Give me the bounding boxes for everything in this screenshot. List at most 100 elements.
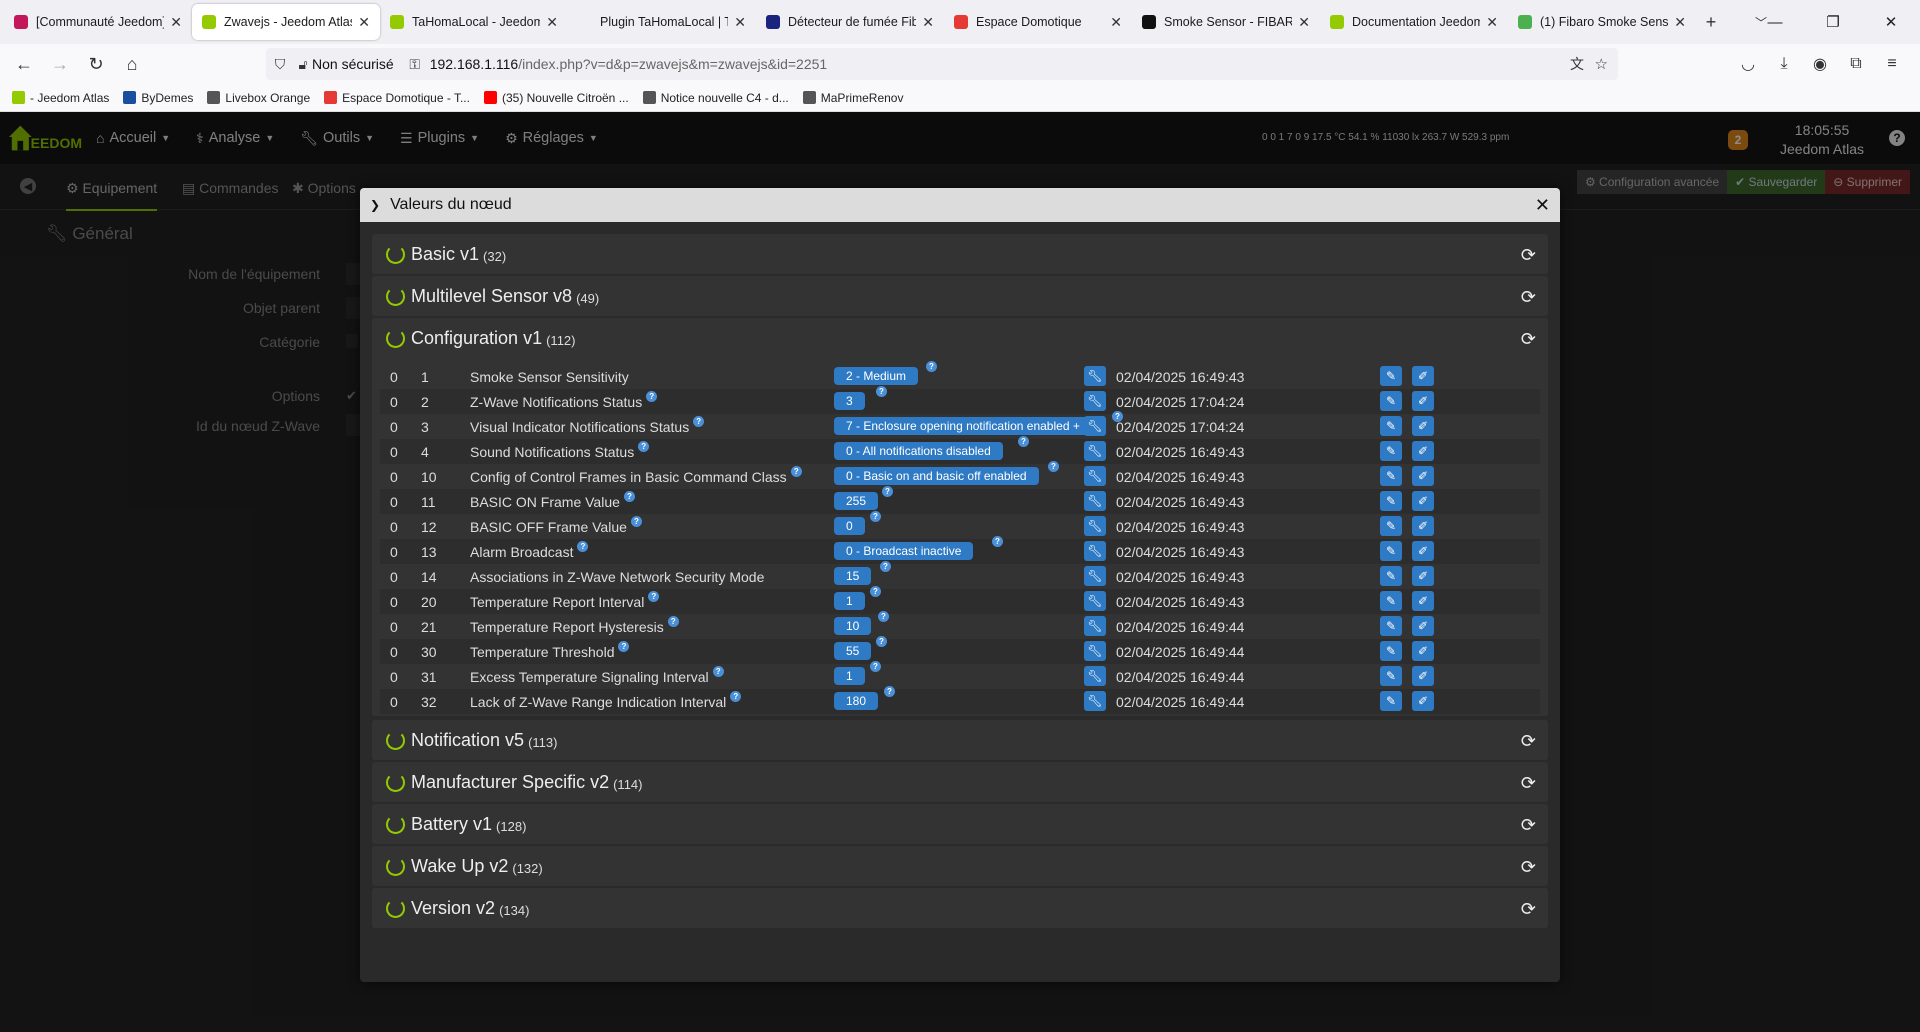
command-class-header[interactable]: Basic v1 (32) ⟳	[372, 234, 1548, 274]
eyedropper-icon[interactable]: ✐	[1412, 666, 1434, 686]
refresh-icon[interactable]: ⟳	[1521, 857, 1536, 878]
forward-icon[interactable]: →	[42, 48, 78, 80]
eyedropper-icon[interactable]: ✐	[1412, 566, 1434, 586]
command-class-header[interactable]: Manufacturer Specific v2 (114) ⟳	[372, 762, 1548, 802]
help-icon[interactable]: ?	[648, 590, 660, 602]
refresh-icon[interactable]: ⟳	[1521, 329, 1536, 350]
browser-tab[interactable]: Documentation Jeedom ✕	[1320, 4, 1508, 40]
wrench-icon[interactable]: 🔧︎	[1084, 616, 1106, 636]
refresh-icon[interactable]: ⟳	[1521, 815, 1536, 836]
wrench-icon[interactable]: 🔧︎	[1084, 441, 1106, 461]
command-class-header[interactable]: Configuration v1 (112) ⟳	[372, 318, 1548, 358]
tab-close-icon[interactable]: ✕	[922, 14, 934, 31]
value-help-icon[interactable]: ?	[882, 486, 893, 497]
tab-close-icon[interactable]: ✕	[734, 14, 746, 31]
value-badge[interactable]: 15	[834, 567, 872, 585]
value-badge[interactable]: 0 - All notifications disabled	[834, 442, 1003, 460]
browser-tab[interactable]: [Communauté Jeedom] ✕	[4, 4, 192, 40]
eyedropper-icon[interactable]: ✐	[1412, 516, 1434, 536]
refresh-icon[interactable]: ⟳	[1521, 773, 1536, 794]
eyedropper-icon[interactable]: ✐	[1412, 366, 1434, 386]
eyedropper-icon[interactable]: ✐	[1412, 466, 1434, 486]
command-class-header[interactable]: Version v2 (134) ⟳	[372, 888, 1548, 928]
help-icon[interactable]: ?	[623, 490, 635, 502]
value-help-icon[interactable]: ?	[870, 661, 881, 672]
browser-tab[interactable]: Plugin TaHomaLocal | TaHo ✕	[568, 4, 756, 40]
wrench-icon[interactable]: 🔧︎	[1084, 516, 1106, 536]
bookmark-item[interactable]: MaPrimeRenov	[802, 91, 903, 105]
minimize-icon[interactable]: —	[1746, 0, 1804, 44]
refresh-icon[interactable]: ⟳	[1521, 287, 1536, 308]
command-class-header[interactable]: Wake Up v2 (132) ⟳	[372, 846, 1548, 886]
value-badge[interactable]: 7 - Enclosure opening notification enabl…	[834, 417, 1092, 435]
refresh-icon[interactable]: ⟳	[1521, 899, 1536, 920]
key-icon[interactable]: ⚿	[404, 56, 426, 73]
pocket-icon[interactable]: ◡	[1730, 48, 1766, 80]
extensions-icon[interactable]: ⧉	[1838, 48, 1874, 80]
edit-pencil-icon[interactable]: ✎	[1380, 366, 1402, 386]
restore-icon[interactable]: ❐	[1804, 0, 1862, 44]
bookmark-item[interactable]: Notice nouvelle C4 - d...	[642, 91, 789, 105]
help-icon[interactable]: ?	[667, 615, 679, 627]
wrench-icon[interactable]: 🔧︎	[1084, 466, 1106, 486]
value-badge[interactable]: 3	[834, 392, 865, 410]
wrench-icon[interactable]: 🔧︎	[1084, 416, 1106, 436]
edit-pencil-icon[interactable]: ✎	[1380, 591, 1402, 611]
eyedropper-icon[interactable]: ✐	[1412, 641, 1434, 661]
value-help-icon[interactable]: ?	[870, 586, 881, 597]
eyedropper-icon[interactable]: ✐	[1412, 491, 1434, 511]
value-badge[interactable]: 1	[834, 592, 865, 610]
edit-pencil-icon[interactable]: ✎	[1380, 666, 1402, 686]
address-bar[interactable]: ⛉ 🔓︎ Non sécurisé ⚿ 192.168.1.116/index.…	[266, 48, 1618, 80]
value-help-icon[interactable]: ?	[876, 386, 887, 397]
value-badge[interactable]: 0	[834, 517, 865, 535]
wrench-icon[interactable]: 🔧︎	[1084, 541, 1106, 561]
value-help-icon[interactable]: ?	[880, 561, 891, 572]
home-icon[interactable]: ⌂	[114, 48, 150, 80]
eyedropper-icon[interactable]: ✐	[1412, 591, 1434, 611]
bookmark-item[interactable]: - Jeedom Atlas	[12, 91, 109, 105]
value-badge[interactable]: 2 - Medium	[834, 367, 919, 385]
close-icon[interactable]: ✕	[1535, 195, 1550, 216]
menu-icon[interactable]: ≡	[1874, 48, 1910, 80]
edit-pencil-icon[interactable]: ✎	[1380, 566, 1402, 586]
value-help-icon[interactable]: ?	[1048, 461, 1059, 472]
bookmark-item[interactable]: Livebox Orange	[207, 91, 310, 105]
value-help-icon[interactable]: ?	[878, 611, 889, 622]
help-icon[interactable]: ?	[638, 440, 650, 452]
value-help-icon[interactable]: ?	[884, 686, 895, 697]
tab-close-icon[interactable]: ✕	[1486, 14, 1498, 31]
edit-pencil-icon[interactable]: ✎	[1380, 516, 1402, 536]
command-class-header[interactable]: Notification v5 (113) ⟳	[372, 720, 1548, 760]
help-icon[interactable]: ?	[577, 540, 589, 552]
browser-tab[interactable]: Détecteur de fumée Fibaro ✕	[756, 4, 944, 40]
wrench-icon[interactable]: 🔧︎	[1084, 566, 1106, 586]
wrench-icon[interactable]: 🔧︎	[1084, 491, 1106, 511]
bookmark-item[interactable]: ByDemes	[123, 91, 193, 105]
translate-icon[interactable]: 文	[1570, 54, 1584, 74]
help-icon[interactable]: ?	[693, 415, 705, 427]
help-icon[interactable]: ?	[630, 515, 642, 527]
browser-tab[interactable]: (1) Fibaro Smoke Sensor ✕	[1508, 4, 1696, 40]
wrench-icon[interactable]: 🔧︎	[1084, 591, 1106, 611]
value-help-icon[interactable]: ?	[992, 536, 1003, 547]
browser-tab[interactable]: TaHomaLocal - Jeedom ✕	[380, 4, 568, 40]
tab-close-icon[interactable]: ✕	[1298, 14, 1310, 31]
help-icon[interactable]: ?	[730, 690, 742, 702]
edit-pencil-icon[interactable]: ✎	[1380, 416, 1402, 436]
back-icon[interactable]: ←	[6, 48, 42, 80]
tab-close-icon[interactable]: ✕	[358, 14, 370, 31]
browser-tab[interactable]: Smoke Sensor - FIBARO ✕	[1132, 4, 1320, 40]
value-help-icon[interactable]: ?	[876, 636, 887, 647]
value-badge[interactable]: 180	[834, 692, 879, 710]
value-badge[interactable]: 0 - Broadcast inactive	[834, 542, 974, 560]
bookmark-item[interactable]: (35) Nouvelle Citroën ...	[483, 91, 629, 105]
value-badge[interactable]: 0 - Basic on and basic off enabled	[834, 467, 1039, 485]
new-tab-icon[interactable]: +	[1696, 12, 1726, 33]
help-icon[interactable]: ?	[790, 465, 802, 477]
value-help-icon[interactable]: ?	[870, 511, 881, 522]
browser-tab[interactable]: Zwavejs - Jeedom Atlas ✕	[192, 4, 380, 40]
browser-tab[interactable]: Espace Domotique ✕	[944, 4, 1132, 40]
eyedropper-icon[interactable]: ✐	[1412, 416, 1434, 436]
edit-pencil-icon[interactable]: ✎	[1380, 541, 1402, 561]
